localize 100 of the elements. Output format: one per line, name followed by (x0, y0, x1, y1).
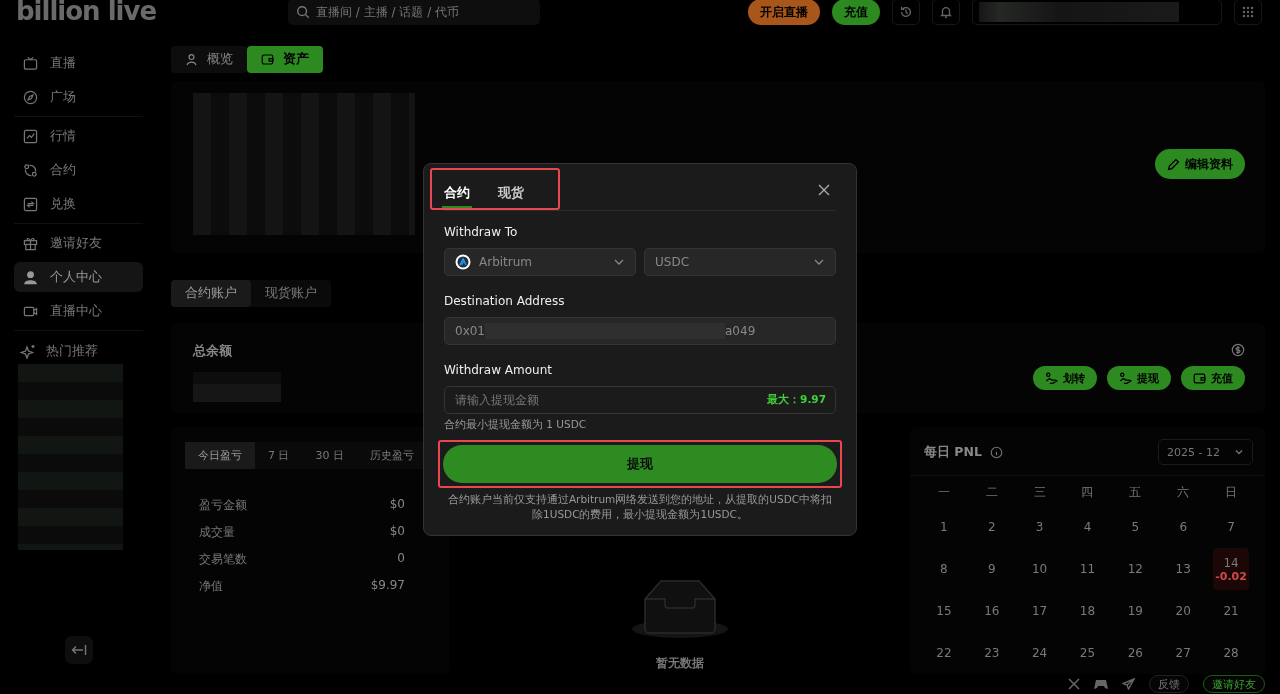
hand-coin-icon (1045, 371, 1058, 385)
pnl-tab[interactable]: 今日盈亏 (185, 442, 255, 469)
calendar-day[interactable]: 3 (1021, 506, 1058, 548)
calendar-day[interactable]: 24 (1021, 632, 1058, 674)
calendar-day[interactable]: 27 (1165, 632, 1202, 674)
balance-action-button[interactable]: 充值 (1181, 366, 1245, 390)
chevron-down-icon (1234, 447, 1244, 457)
search-field[interactable]: 直播间 / 主播 / 话题 / 代币 (288, 0, 540, 25)
empty-state-text: 暂无数据 (655, 655, 704, 672)
address-field[interactable]: 0x01 a049 (444, 317, 836, 345)
field-label: Withdraw Amount (444, 363, 553, 377)
pnl-tab[interactable]: 历史盈亏 (357, 442, 427, 469)
calendar-day[interactable]: 14 -0.02 (1213, 548, 1249, 590)
calendar-day[interactable]: 9 (973, 548, 1010, 590)
calendar-day[interactable]: 19 (1117, 590, 1154, 632)
token-select[interactable]: USDC (644, 248, 836, 276)
pencil-icon (1167, 157, 1180, 171)
balance-action-button[interactable]: 提现 (1107, 366, 1171, 390)
sidebar-item[interactable]: 直播 (14, 48, 143, 78)
wallet-icon (1193, 371, 1206, 385)
pnl-tab[interactable]: 7 日 (255, 442, 303, 469)
info-icon[interactable] (989, 445, 1003, 459)
weekday-label: 二 (984, 484, 999, 501)
page-tab[interactable]: 概览 (171, 46, 247, 73)
min-amount-hint: 合约最小提现金额为 1 USDC (444, 418, 588, 432)
calendar-day[interactable]: 25 (1069, 632, 1106, 674)
section-title: 热门推荐 (46, 343, 98, 360)
calendar-day[interactable]: 1 (926, 506, 962, 548)
calendar-day[interactable]: 12 (1117, 548, 1154, 590)
stat-label: 交易笔数 (199, 551, 247, 568)
sidebar-item[interactable]: 直播中心 (14, 296, 143, 326)
swap-icon (23, 196, 38, 212)
calendar-day[interactable]: 7 (1213, 506, 1249, 548)
calendar-day[interactable]: 16 (973, 590, 1010, 632)
network-select[interactable]: Arbitrum (444, 248, 636, 276)
bell-icon[interactable] (932, 0, 960, 25)
sidebar-item[interactable]: 个人中心 (14, 262, 143, 292)
weekday-label: 六 (1176, 484, 1191, 501)
weekday-label: 四 (1080, 484, 1095, 501)
paper-plane-icon[interactable] (1122, 678, 1135, 690)
calendar-day[interactable]: 22 (926, 632, 962, 674)
page-tab[interactable]: 资产 (247, 46, 323, 73)
hand-coin-icon (1119, 371, 1132, 385)
sidebar-item[interactable]: 邀请好友 (14, 228, 143, 258)
field-label: Destination Address (444, 294, 566, 308)
calendar-day[interactable]: 17 (1021, 590, 1058, 632)
dollar-icon[interactable] (1231, 343, 1245, 357)
calendar-day[interactable]: 8 (926, 548, 962, 590)
calendar-day[interactable]: 26 (1117, 632, 1154, 674)
stat-value: $9.97 (370, 578, 405, 594)
month-dropdown[interactable]: 2025 - 12 (1158, 439, 1253, 465)
compass-icon (23, 89, 38, 105)
sidebar-item[interactable]: 合约 (14, 155, 143, 185)
grid-menu-icon[interactable] (1234, 0, 1262, 25)
balance-label: 总余额 (193, 343, 233, 360)
balance-action-button[interactable]: 划转 (1033, 366, 1097, 390)
calendar-day[interactable]: 20 (1165, 590, 1202, 632)
x-logo-icon[interactable] (1068, 678, 1080, 690)
calendar-day[interactable]: 4 (1069, 506, 1106, 548)
sidebar-item[interactable]: 行情 (14, 121, 143, 151)
person-icon (23, 269, 38, 285)
sidebar-item[interactable]: 广场 (14, 82, 143, 112)
swirl-icon (23, 162, 38, 178)
collapse-icon[interactable] (64, 636, 93, 664)
calendar-day[interactable]: 21 (1213, 590, 1249, 632)
dialog-tab[interactable]: 现货 (496, 170, 526, 208)
weekday-label: 一 (936, 484, 951, 501)
calendar-day[interactable]: 23 (973, 632, 1010, 674)
history-icon[interactable] (892, 0, 920, 25)
sidebar-item[interactable]: 兑换 (14, 189, 143, 219)
invite-friends-button[interactable]: 邀请好友 (1203, 675, 1265, 693)
calendar-day[interactable]: 13 (1165, 548, 1202, 590)
account-tab[interactable]: 合约账户 (171, 280, 251, 307)
calendar-day[interactable]: 2 (973, 506, 1010, 548)
calendar-day[interactable]: 5 (1117, 506, 1154, 548)
pnl-tab[interactable]: 30 日 (302, 442, 357, 469)
calendar-day[interactable]: 28 (1213, 632, 1249, 674)
deposit-button[interactable]: 充值 (832, 0, 880, 25)
calendar-day[interactable]: 6 (1165, 506, 1202, 548)
calendar-day[interactable]: 15 (926, 590, 962, 632)
calendar-title: 每日 PNL (924, 443, 982, 461)
calendar-day[interactable]: 18 (1069, 590, 1106, 632)
field-label: Withdraw To (444, 225, 519, 239)
sparkle-icon (20, 343, 36, 360)
feedback-button[interactable]: 反馈 (1149, 675, 1189, 693)
close-icon[interactable] (816, 182, 832, 198)
weekday-label: 三 (1032, 484, 1047, 501)
go-live-button[interactable]: 开启直播 (748, 0, 820, 25)
chart-icon (23, 128, 38, 144)
max-amount-link[interactable]: 最大：9.97 (767, 393, 826, 407)
withdraw-button[interactable]: 提现 (443, 445, 837, 483)
calendar-day[interactable]: 10 (1021, 548, 1058, 590)
account-tab[interactable]: 现货账户 (251, 280, 331, 307)
calendar-day[interactable]: 11 (1069, 548, 1106, 590)
stat-label: 盈亏金额 (199, 497, 247, 514)
edit-profile-button[interactable]: 编辑资料 (1155, 149, 1245, 179)
stat-value: 0 (397, 551, 405, 567)
weekday-label: 日 (1224, 484, 1239, 501)
logo[interactable]: billion live (16, 0, 276, 26)
dialog-tab[interactable]: 合约 (442, 170, 472, 208)
